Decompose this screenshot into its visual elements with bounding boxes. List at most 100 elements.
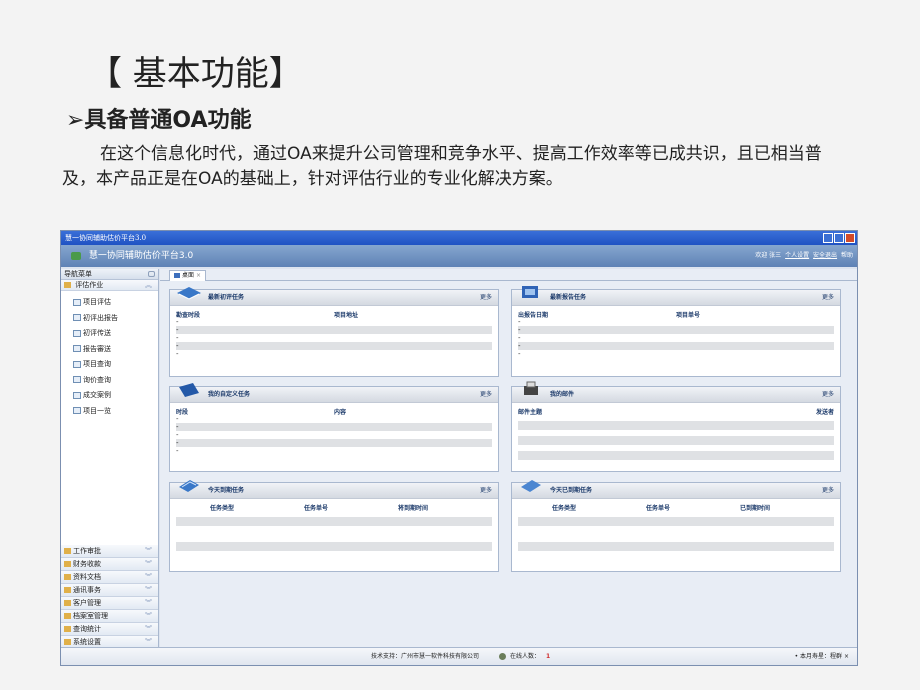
more-link[interactable]: 更多 xyxy=(822,290,834,306)
sidebar-item-label: 初评出报告 xyxy=(83,313,118,322)
sidebar-item-project-query[interactable]: 项目查询 xyxy=(61,357,158,373)
slide-subtitle: ➢具备普通OA功能 xyxy=(66,108,252,133)
folder-icon xyxy=(64,626,71,632)
sidebar-group[interactable]: 资料文档 ︾ xyxy=(61,571,158,584)
panel-title: 我的自定义任务 xyxy=(208,391,251,398)
list-icon xyxy=(73,407,81,414)
online-label: 在线人数： xyxy=(510,653,541,660)
slide-paragraph: 在这个信息化时代，通过OA来提升公司管理和竞争水平、提高工作效率等已成共识，且已… xyxy=(62,144,822,189)
window-titlebar: 慧一协同辅助估价平台3.0 xyxy=(61,231,857,245)
more-link[interactable]: 更多 xyxy=(480,483,492,499)
tab-desktop[interactable]: 桌面 × xyxy=(169,270,207,281)
sidebar-header: 导航菜单 xyxy=(61,269,158,280)
sidebar-group-label: 档案室管理 xyxy=(73,612,108,620)
panel-title: 今天已到期任务 xyxy=(550,487,593,494)
more-link[interactable]: 更多 xyxy=(480,290,492,306)
chevron-down-icon[interactable]: ︾ xyxy=(145,623,152,636)
close-icon[interactable] xyxy=(845,233,855,243)
chevron-down-icon[interactable]: ︾ xyxy=(145,584,152,597)
sidebar-group-evaluation[interactable]: 评估作业 ︽ xyxy=(61,280,158,291)
table-row: - xyxy=(518,318,521,326)
sidebar-group[interactable]: 财务收款 ︾ xyxy=(61,558,158,571)
sidebar-group[interactable]: 查询统计 ︾ xyxy=(61,623,158,636)
panel-columns: 勘查时段 项目地址 xyxy=(170,306,498,319)
table-row: - xyxy=(176,439,492,447)
table-row: - xyxy=(176,350,179,358)
column-header: 任务单号 xyxy=(646,505,671,512)
column-header: 任务单号 xyxy=(304,505,329,512)
table-row: - xyxy=(176,342,492,350)
collapse-sidebar-icon[interactable] xyxy=(148,271,155,277)
column-header: 内容 xyxy=(334,409,347,416)
folder-icon xyxy=(64,639,71,645)
sidebar-item-report-review[interactable]: 报告審送 xyxy=(61,342,158,358)
document-icon xyxy=(73,298,81,306)
logout-link[interactable]: 安全退出 xyxy=(813,252,837,259)
sidebar-group[interactable]: 客户管理 ︾ xyxy=(61,597,158,610)
online-users: 在线人数： 1 xyxy=(499,648,550,665)
folder-icon xyxy=(64,548,71,554)
header-links: 欢迎 张三 个人设置 安全退出 帮助 xyxy=(753,245,853,267)
panel-header: 今天已到期任务 更多 xyxy=(512,480,840,499)
sidebar-item-project-list[interactable]: 项目一览 xyxy=(61,404,158,420)
table-row xyxy=(518,542,834,551)
column-header: 时段 xyxy=(176,409,189,416)
table-row: - xyxy=(518,342,834,350)
panel-custom-tasks: 我的自定义任务 更多 时段 内容 - - - - - xyxy=(169,383,499,472)
sidebar-item-project-eval[interactable]: 项目评估 xyxy=(61,295,158,311)
more-link[interactable]: 更多 xyxy=(822,387,834,403)
sidebar: 导航菜单 评估作业 ︽ 项目评估 初评出报告 初评传送 报告審送 项目查询 询价… xyxy=(61,269,159,649)
app-logo-icon xyxy=(71,251,81,260)
table-row: - xyxy=(176,447,179,455)
table-row: - xyxy=(176,415,179,423)
sidebar-item-label: 询价查询 xyxy=(83,375,111,384)
panel-my-mail: 我的邮件 更多 邮件主题 发送者 xyxy=(511,381,841,472)
chevron-down-icon[interactable]: ︾ xyxy=(145,545,152,558)
column-header: 勘查时段 xyxy=(176,312,201,319)
sidebar-item-price-query[interactable]: 询价查询 xyxy=(61,373,158,389)
close-tab-icon[interactable]: × xyxy=(196,272,201,279)
table-row xyxy=(518,421,834,430)
sidebar-group[interactable]: 工作审批 ︾ xyxy=(61,545,158,558)
panel-due-today: 今天到期任务 更多 任务类型 任务单号 将到期时间 xyxy=(169,480,499,572)
table-row xyxy=(176,517,492,526)
chevron-down-icon[interactable]: ︾ xyxy=(145,610,152,623)
sidebar-item-deal-cases[interactable]: 成交案例 xyxy=(61,388,158,404)
sidebar-items: 项目评估 初评出报告 初评传送 报告審送 项目查询 询价查询 成交案例 项目一览 xyxy=(61,291,158,419)
panel-latest-report: 最新报告任务 更多 出报告日期 项目单号 - - - - - xyxy=(511,286,841,377)
help-link[interactable]: 帮助 xyxy=(841,252,853,259)
folder-icon xyxy=(64,587,71,593)
welcome-text: 欢迎 张三 xyxy=(755,252,782,259)
table-row: - xyxy=(518,326,834,334)
chevron-down-icon[interactable]: ︾ xyxy=(145,558,152,571)
panel-columns: 时段 内容 xyxy=(170,403,498,416)
table-row xyxy=(518,436,834,445)
maximize-icon[interactable] xyxy=(834,233,844,243)
book-icon xyxy=(177,287,201,300)
chevron-up-icon[interactable]: ︽ xyxy=(145,280,152,291)
chevron-down-icon[interactable]: ︾ xyxy=(145,597,152,610)
report-icon xyxy=(73,314,81,321)
folder-icon xyxy=(64,561,71,567)
sidebar-item-label: 初评传送 xyxy=(83,329,111,337)
more-link[interactable]: 更多 xyxy=(822,483,834,499)
sidebar-group[interactable]: 档案室管理 ︾ xyxy=(61,610,158,623)
table-row xyxy=(518,517,834,526)
table-row xyxy=(176,542,492,551)
sidebar-item-prelim-send[interactable]: 初评传送 xyxy=(61,326,158,342)
more-link[interactable]: 更多 xyxy=(480,387,492,403)
column-header: 任务类型 xyxy=(552,505,577,512)
sidebar-item-prelim-report[interactable]: 初评出报告 xyxy=(61,311,158,327)
panel-title: 最新报告任务 xyxy=(550,294,587,301)
table-row: - xyxy=(176,334,179,342)
review-icon xyxy=(73,345,81,352)
sidebar-group[interactable]: 通讯事务 ︾ xyxy=(61,584,158,597)
window-controls xyxy=(823,233,855,243)
clipboard-icon xyxy=(179,480,199,492)
chevron-down-icon[interactable]: ︾ xyxy=(145,571,152,584)
minimize-icon[interactable] xyxy=(823,233,833,243)
table-row xyxy=(518,451,834,460)
sidebar-item-label: 报告審送 xyxy=(83,344,111,353)
personal-settings-link[interactable]: 个人设置 xyxy=(785,252,809,259)
panel-columns: 任务类型 任务单号 将到期时间 xyxy=(170,499,498,512)
